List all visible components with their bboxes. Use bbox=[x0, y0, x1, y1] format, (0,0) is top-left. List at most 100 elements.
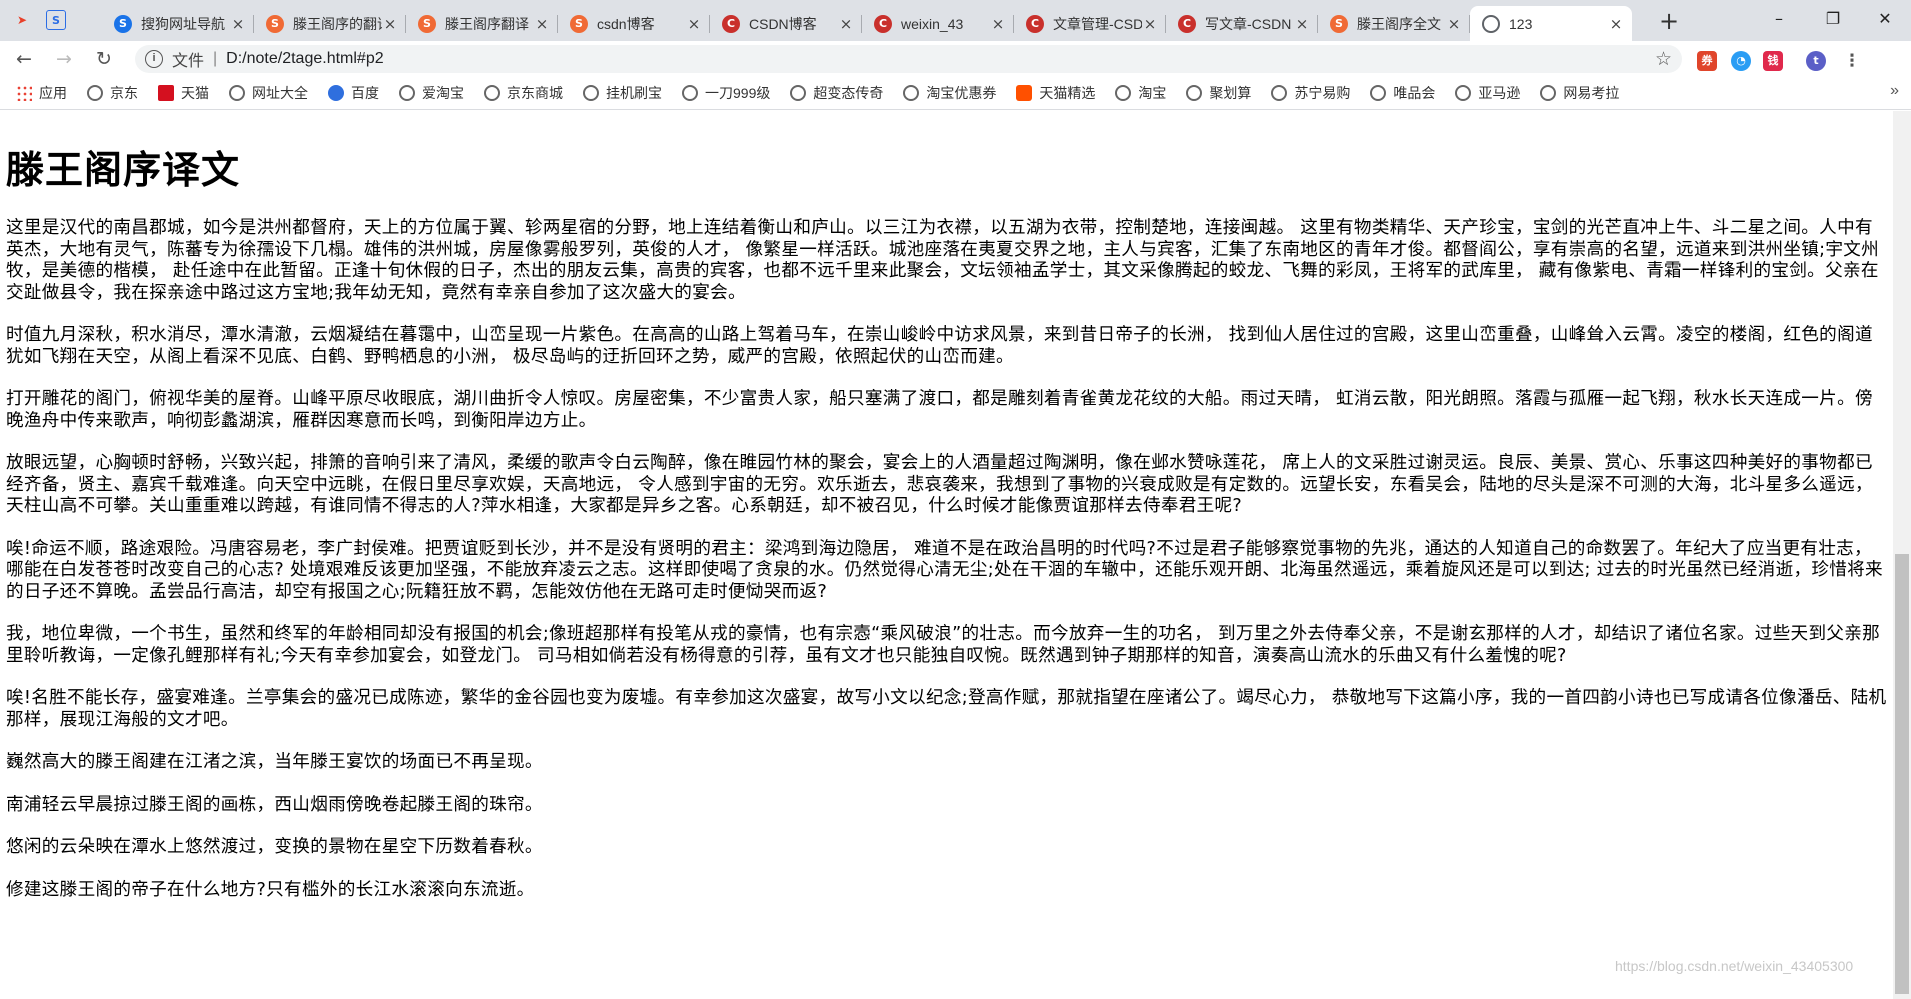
tab-label: 文章管理-CSDN bbox=[1053, 15, 1142, 32]
bookmark-item[interactable]: 京东商城 bbox=[484, 83, 563, 103]
close-window-button[interactable]: ✕ bbox=[1857, 0, 1911, 41]
s-icon: S bbox=[570, 14, 588, 33]
close-icon[interactable]: × bbox=[1142, 15, 1158, 33]
bookmark-item[interactable]: 爱淘宝 bbox=[399, 83, 464, 103]
tab-4[interactable]: C CSDN博客 × bbox=[710, 6, 862, 41]
s-icon: S bbox=[1330, 14, 1348, 33]
profile-avatar[interactable]: t bbox=[1806, 51, 1826, 71]
globe-icon bbox=[903, 85, 920, 101]
tab-6[interactable]: C 文章管理-CSDN× bbox=[1014, 6, 1166, 41]
globe-icon bbox=[790, 85, 807, 101]
menu-kebab-icon[interactable]: ⋮ bbox=[1842, 51, 1862, 71]
address-separator: | bbox=[213, 50, 218, 67]
tab-1[interactable]: S 滕王阁序的翻译 × bbox=[254, 6, 406, 41]
paragraph: 修建这滕王阁的帝子在什么地方?只有槛外的长江水滚滚向东流逝。 bbox=[6, 879, 535, 900]
forward-button[interactable]: → bbox=[50, 45, 78, 73]
pinned-icons: ➤ S bbox=[12, 10, 66, 30]
close-icon[interactable]: × bbox=[838, 15, 854, 33]
tab-0[interactable]: S 搜狗网址导航 × bbox=[102, 6, 254, 41]
bookmark-item[interactable]: 聚划算 bbox=[1186, 83, 1251, 103]
tab-label: weixin_43 bbox=[901, 15, 964, 32]
bookmark-label: 挂机刷宝 bbox=[606, 85, 662, 101]
bookmark-item[interactable]: 淘宝 bbox=[1115, 83, 1166, 103]
tab-strip: ➤ S S 搜狗网址导航 × S 滕王阁序的翻译 × S 滕王阁序翻译 × Scsdn博客 × C CS… bbox=[0, 0, 1911, 41]
tab-label: 123 bbox=[1509, 15, 1533, 32]
bookmark-item[interactable]: 百度 bbox=[328, 83, 379, 103]
bookmark-item[interactable]: 亚马逊 bbox=[1455, 83, 1520, 103]
s-icon: S bbox=[266, 14, 284, 33]
tab-3[interactable]: Scsdn博客 × bbox=[558, 6, 710, 41]
address-url[interactable]: D:/note/2tage.html#p2 bbox=[226, 50, 383, 68]
address-bar[interactable]: i 文件 | D:/note/2tage.html#p2 ☆ bbox=[135, 45, 1682, 73]
app-s-icon[interactable]: S bbox=[46, 10, 66, 30]
tab-label: 搜狗网址导航 bbox=[141, 15, 225, 32]
tab-7[interactable]: C 写文章-CSDN × bbox=[1166, 6, 1318, 41]
close-icon[interactable]: × bbox=[686, 15, 702, 33]
bookmark-star-icon[interactable]: ☆ bbox=[1655, 48, 1672, 71]
bookmark-item[interactable]: 淘宝优惠券 bbox=[903, 83, 996, 103]
tab-label: 滕王阁序的翻译 bbox=[293, 15, 382, 32]
paragraph: 唉!名胜不能长存，盛宴难逢。兰亭集会的盛况已成陈迹，繁华的金谷园也变为废墟。有幸… bbox=[6, 688, 1887, 730]
new-tab-button[interactable]: + bbox=[1655, 7, 1683, 35]
tab-8[interactable]: S 滕王阁序全文 × bbox=[1318, 6, 1470, 41]
bookmarks-overflow-button[interactable]: » bbox=[1890, 82, 1899, 100]
paragraph: 巍然高大的滕王阁建在江渚之滨，当年滕王宴饮的场面已不再呈现。 bbox=[6, 752, 543, 772]
tab-list: S 搜狗网址导航 × S 滕王阁序的翻译 × S 滕王阁序翻译 × Scsdn博客 × C CSDN博客… bbox=[102, 6, 1632, 41]
bookmark-item[interactable]: 京东 bbox=[87, 83, 138, 103]
close-icon[interactable]: × bbox=[1446, 15, 1462, 33]
close-icon[interactable]: × bbox=[230, 15, 246, 33]
bookmark-label: 一刀999级 bbox=[705, 85, 771, 101]
bookmark-item[interactable]: 网址大全 bbox=[229, 83, 308, 103]
bookmark-item[interactable]: 网易考拉 bbox=[1540, 83, 1619, 103]
back-button[interactable]: ← bbox=[10, 45, 38, 73]
bookmark-item[interactable]: 唯品会 bbox=[1370, 83, 1435, 103]
paragraph: 时值九月深秋，积水消尽，潭水清澈，云烟凝结在暮霭中，山峦呈现一片紫色。在高高的山… bbox=[6, 325, 1873, 367]
globe-icon bbox=[399, 85, 415, 101]
tab-label: 写文章-CSDN bbox=[1205, 15, 1292, 32]
paragraph: 唉!命运不顺，路途艰险。冯唐容易老，李广封侯难。把贾谊贬到长沙，并不是没有贤明的… bbox=[6, 538, 1883, 602]
maximize-button[interactable]: ❐ bbox=[1805, 0, 1861, 41]
globe-icon bbox=[583, 85, 599, 101]
close-icon[interactable]: × bbox=[534, 15, 550, 33]
bookmark-item[interactable]: 天猫 bbox=[158, 83, 209, 103]
tab-5[interactable]: Cweixin_43 × bbox=[862, 6, 1014, 41]
article-body: 这里是汉代的南昌郡城，如今是洪州都督府，天上的方位属于翼、轸两星宿的分野，地上连… bbox=[6, 218, 1887, 901]
globe-icon bbox=[1115, 85, 1132, 101]
bookmark-label: 京东 bbox=[110, 85, 138, 101]
baidu-icon bbox=[328, 85, 344, 101]
bookmark-item[interactable]: 一刀999级 bbox=[682, 83, 770, 103]
globe-icon bbox=[229, 85, 245, 101]
bookmark-item[interactable]: 天猫精选 bbox=[1016, 83, 1095, 103]
scrollbar-thumb[interactable] bbox=[1895, 554, 1909, 994]
minimize-button[interactable]: – bbox=[1751, 0, 1807, 41]
close-icon[interactable]: × bbox=[382, 15, 398, 33]
tab-9[interactable]: 123 × bbox=[1470, 6, 1632, 41]
csdn-icon: C bbox=[1178, 14, 1196, 33]
bookmark-item[interactable]: 应用 bbox=[16, 83, 67, 103]
ext-bird-icon[interactable]: ◔ bbox=[1731, 51, 1751, 71]
bookmark-item[interactable]: 超变态传奇 bbox=[790, 83, 883, 103]
bookmark-label: 京东商城 bbox=[507, 85, 563, 101]
vertical-scrollbar[interactable] bbox=[1893, 111, 1911, 999]
close-icon[interactable]: × bbox=[1294, 15, 1310, 33]
paragraph: 打开雕花的阁门，俯视华美的屋脊。山峰平原尽收眼底，湖川曲折令人惊叹。房屋密集，不… bbox=[6, 389, 1873, 431]
bookmark-item[interactable]: 挂机刷宝 bbox=[583, 83, 662, 103]
address-scheme-label: 文件 bbox=[172, 53, 205, 70]
bookmark-label: 亚马逊 bbox=[1478, 85, 1521, 101]
app-arrow-icon[interactable]: ➤ bbox=[12, 10, 32, 30]
bookmark-label: 聚划算 bbox=[1209, 85, 1252, 101]
bookmark-item[interactable]: 苏宁易购 bbox=[1271, 83, 1350, 103]
paragraph: 悠闲的云朵映在潭水上悠然渡过，变换的景物在星空下历数着春秋。 bbox=[6, 837, 543, 857]
info-icon[interactable]: i bbox=[145, 50, 163, 68]
ext-coupon-icon[interactable]: 券 bbox=[1697, 51, 1717, 71]
bookmark-label: 网易考拉 bbox=[1563, 85, 1620, 101]
close-icon[interactable]: × bbox=[1608, 15, 1624, 33]
ext-red-icon[interactable]: 钱 bbox=[1763, 51, 1783, 71]
bookmark-label: 爱淘宝 bbox=[422, 85, 464, 101]
close-icon[interactable]: × bbox=[990, 15, 1006, 33]
globe-icon bbox=[1186, 85, 1203, 101]
tab-label: 滕王阁序翻译 bbox=[445, 15, 529, 32]
reload-button[interactable]: ↻ bbox=[90, 45, 118, 73]
tab-2[interactable]: S 滕王阁序翻译 × bbox=[406, 6, 558, 41]
tmall-icon bbox=[158, 85, 174, 101]
